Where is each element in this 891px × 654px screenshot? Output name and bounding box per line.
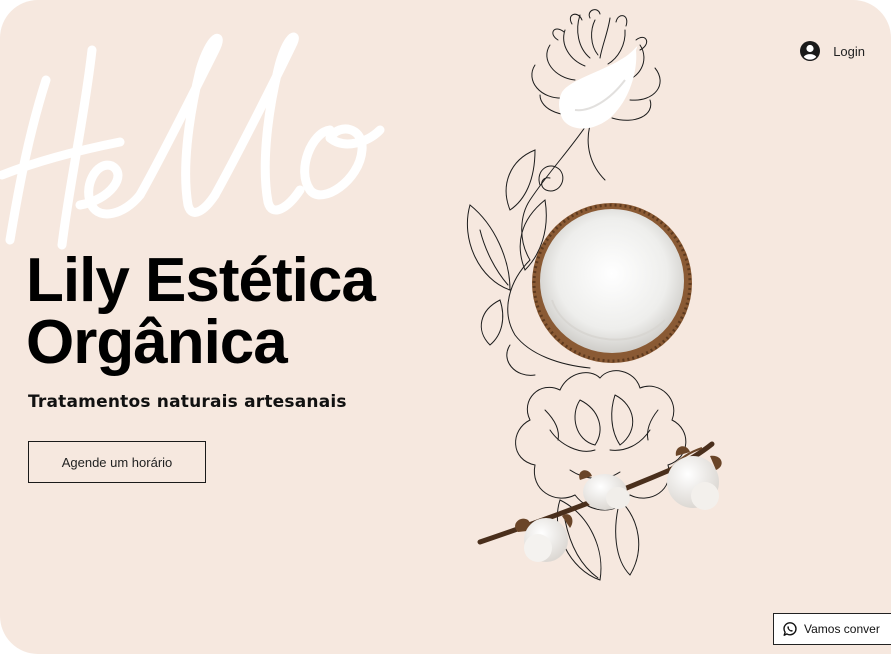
hello-script-decoration	[0, 32, 385, 250]
chat-widget-button[interactable]: Vamos conver	[773, 613, 891, 645]
login-label: Login	[833, 43, 865, 59]
botanical-illustration	[466, 9, 722, 581]
hero-title-line-1: Lily Estética	[26, 246, 376, 315]
chat-widget-label: Vamos conver	[804, 622, 880, 636]
user-avatar-icon	[800, 41, 821, 61]
hero-subtitle: Tratamentos naturais artesanais	[28, 392, 347, 412]
login-button[interactable]: Login	[799, 40, 865, 62]
whatsapp-icon	[783, 622, 797, 636]
hero-title-line-2: Orgânica	[26, 308, 288, 377]
book-appointment-button[interactable]: Agende um horário	[28, 441, 206, 483]
hero-title: Lily Estética Orgânica	[26, 246, 376, 377]
landing-page: Login Lily Estética Orgânica Tratamentos…	[0, 0, 891, 654]
